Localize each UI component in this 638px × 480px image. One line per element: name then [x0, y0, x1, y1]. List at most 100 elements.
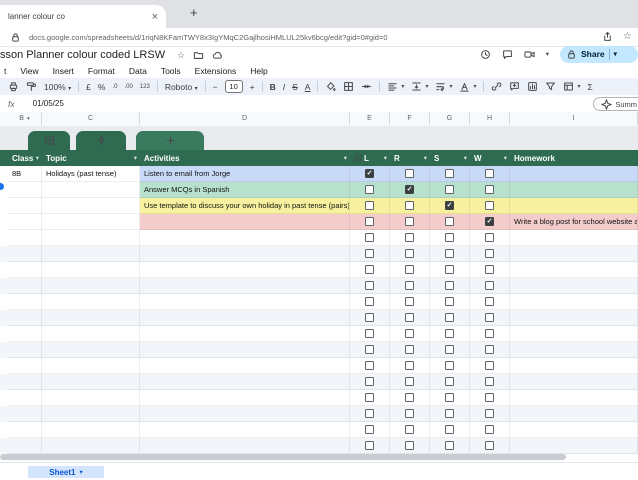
cell-B[interactable]	[8, 390, 42, 406]
checkbox[interactable]	[405, 249, 414, 258]
checkbox[interactable]	[485, 345, 494, 354]
cell-C[interactable]	[42, 358, 140, 374]
column-letter-H[interactable]: H	[470, 112, 510, 125]
cell-I[interactable]	[510, 390, 638, 406]
cell-activity[interactable]: Use template to discuss your own holiday…	[140, 198, 350, 214]
checkbox-cell[interactable]	[470, 262, 510, 278]
cell-B[interactable]	[8, 230, 42, 246]
checkbox-checked[interactable]: ✓	[445, 201, 454, 210]
decrease-decimals-button[interactable]: .0	[112, 84, 117, 90]
checkbox-cell[interactable]	[470, 326, 510, 342]
checkbox[interactable]	[445, 361, 454, 370]
checkbox-checked[interactable]: ✓	[405, 185, 414, 194]
checkbox-cell[interactable]	[350, 374, 390, 390]
checkbox[interactable]	[485, 249, 494, 258]
cell-C[interactable]	[42, 230, 140, 246]
italic-button[interactable]: I	[283, 82, 285, 92]
checkbox[interactable]	[365, 329, 374, 338]
checkbox[interactable]	[485, 265, 494, 274]
checkbox[interactable]	[365, 233, 374, 242]
checkbox-cell[interactable]	[430, 262, 470, 278]
text-rotate-icon[interactable]	[459, 81, 470, 92]
checkbox[interactable]	[485, 201, 494, 210]
checkbox[interactable]	[405, 393, 414, 402]
checkbox-cell[interactable]	[470, 422, 510, 438]
checkbox[interactable]	[485, 329, 494, 338]
checkbox-cell[interactable]	[430, 422, 470, 438]
checkbox-cell[interactable]	[470, 294, 510, 310]
checkbox-cell[interactable]	[350, 358, 390, 374]
cell-B[interactable]	[8, 246, 42, 262]
insert-chart-icon[interactable]	[527, 81, 538, 92]
cell-C[interactable]	[42, 294, 140, 310]
header-filter-caret-icon[interactable]: ▾	[504, 154, 507, 162]
menu-item-extensions[interactable]: Extensions	[190, 66, 242, 76]
checkbox-cell[interactable]	[350, 246, 390, 262]
cell-homework[interactable]: Write a blog post for school website ab	[510, 214, 638, 230]
cell-D[interactable]	[140, 214, 350, 230]
menu-item-format[interactable]: Format	[83, 66, 120, 76]
checkbox[interactable]	[365, 441, 374, 450]
comments-icon[interactable]	[502, 49, 513, 60]
checkbox-cell[interactable]	[470, 166, 510, 182]
checkbox-cell[interactable]	[430, 342, 470, 358]
checkbox[interactable]	[365, 377, 374, 386]
currency-format-button[interactable]: £	[86, 82, 91, 92]
checkbox-cell[interactable]	[430, 230, 470, 246]
header-cell-r[interactable]: R ▾	[390, 150, 430, 166]
checkbox[interactable]	[405, 425, 414, 434]
browser-tab[interactable]: lanner colour co ×	[0, 5, 166, 28]
checkbox[interactable]	[445, 441, 454, 450]
checkbox[interactable]	[405, 345, 414, 354]
checkbox-cell[interactable]	[430, 294, 470, 310]
header-filter-caret-icon[interactable]: ▾	[424, 154, 427, 162]
checkbox[interactable]	[485, 233, 494, 242]
header-cell-s[interactable]: S ▾	[430, 150, 470, 166]
checkbox-cell[interactable]: ✓	[350, 166, 390, 182]
cell-B[interactable]	[8, 278, 42, 294]
checkbox-cell[interactable]	[470, 374, 510, 390]
share-page-icon[interactable]	[602, 31, 613, 42]
cell-C[interactable]	[42, 198, 140, 214]
header-cell-homework[interactable]: Homework	[510, 150, 638, 166]
checkbox[interactable]	[485, 377, 494, 386]
checkbox-cell[interactable]	[430, 374, 470, 390]
header-cell-activities[interactable]: Activities ▾	[140, 150, 350, 166]
checkbox[interactable]	[445, 281, 454, 290]
checkbox[interactable]	[445, 297, 454, 306]
cell-C[interactable]	[42, 326, 140, 342]
bookmark-star-icon[interactable]: ☆	[623, 31, 632, 42]
cell-C[interactable]	[42, 214, 140, 230]
cell-C[interactable]	[42, 310, 140, 326]
cell-I[interactable]	[510, 406, 638, 422]
checkbox[interactable]	[485, 361, 494, 370]
checkbox-cell[interactable]	[470, 342, 510, 358]
cell-B[interactable]	[8, 438, 42, 454]
cell-D[interactable]	[140, 326, 350, 342]
checkbox-cell[interactable]	[470, 246, 510, 262]
cell-C[interactable]	[42, 342, 140, 358]
cell-I[interactable]	[510, 310, 638, 326]
cell-C[interactable]	[42, 246, 140, 262]
checkbox[interactable]	[365, 361, 374, 370]
checkbox[interactable]	[445, 425, 454, 434]
checkbox[interactable]	[445, 345, 454, 354]
checkbox[interactable]	[365, 393, 374, 402]
cell-I[interactable]	[510, 294, 638, 310]
column-letter-G[interactable]: G	[430, 112, 470, 125]
document-title[interactable]: sson Planner colour coded LRSW	[0, 49, 165, 61]
table-suggestions-tab[interactable]	[76, 131, 126, 150]
cell-D[interactable]	[140, 374, 350, 390]
cell-B[interactable]	[8, 342, 42, 358]
checkbox[interactable]	[405, 409, 414, 418]
cell-I[interactable]	[510, 342, 638, 358]
decrease-font-button[interactable]: −	[213, 82, 218, 92]
checkbox[interactable]	[365, 249, 374, 258]
text-color-button[interactable]: A	[305, 82, 311, 92]
checkbox[interactable]	[365, 185, 374, 194]
checkbox[interactable]	[405, 297, 414, 306]
checkbox-cell[interactable]	[390, 406, 430, 422]
header-filter-caret-icon[interactable]: ▾	[36, 154, 39, 162]
checkbox-cell[interactable]	[350, 422, 390, 438]
horizontal-scrollbar[interactable]	[0, 454, 566, 460]
